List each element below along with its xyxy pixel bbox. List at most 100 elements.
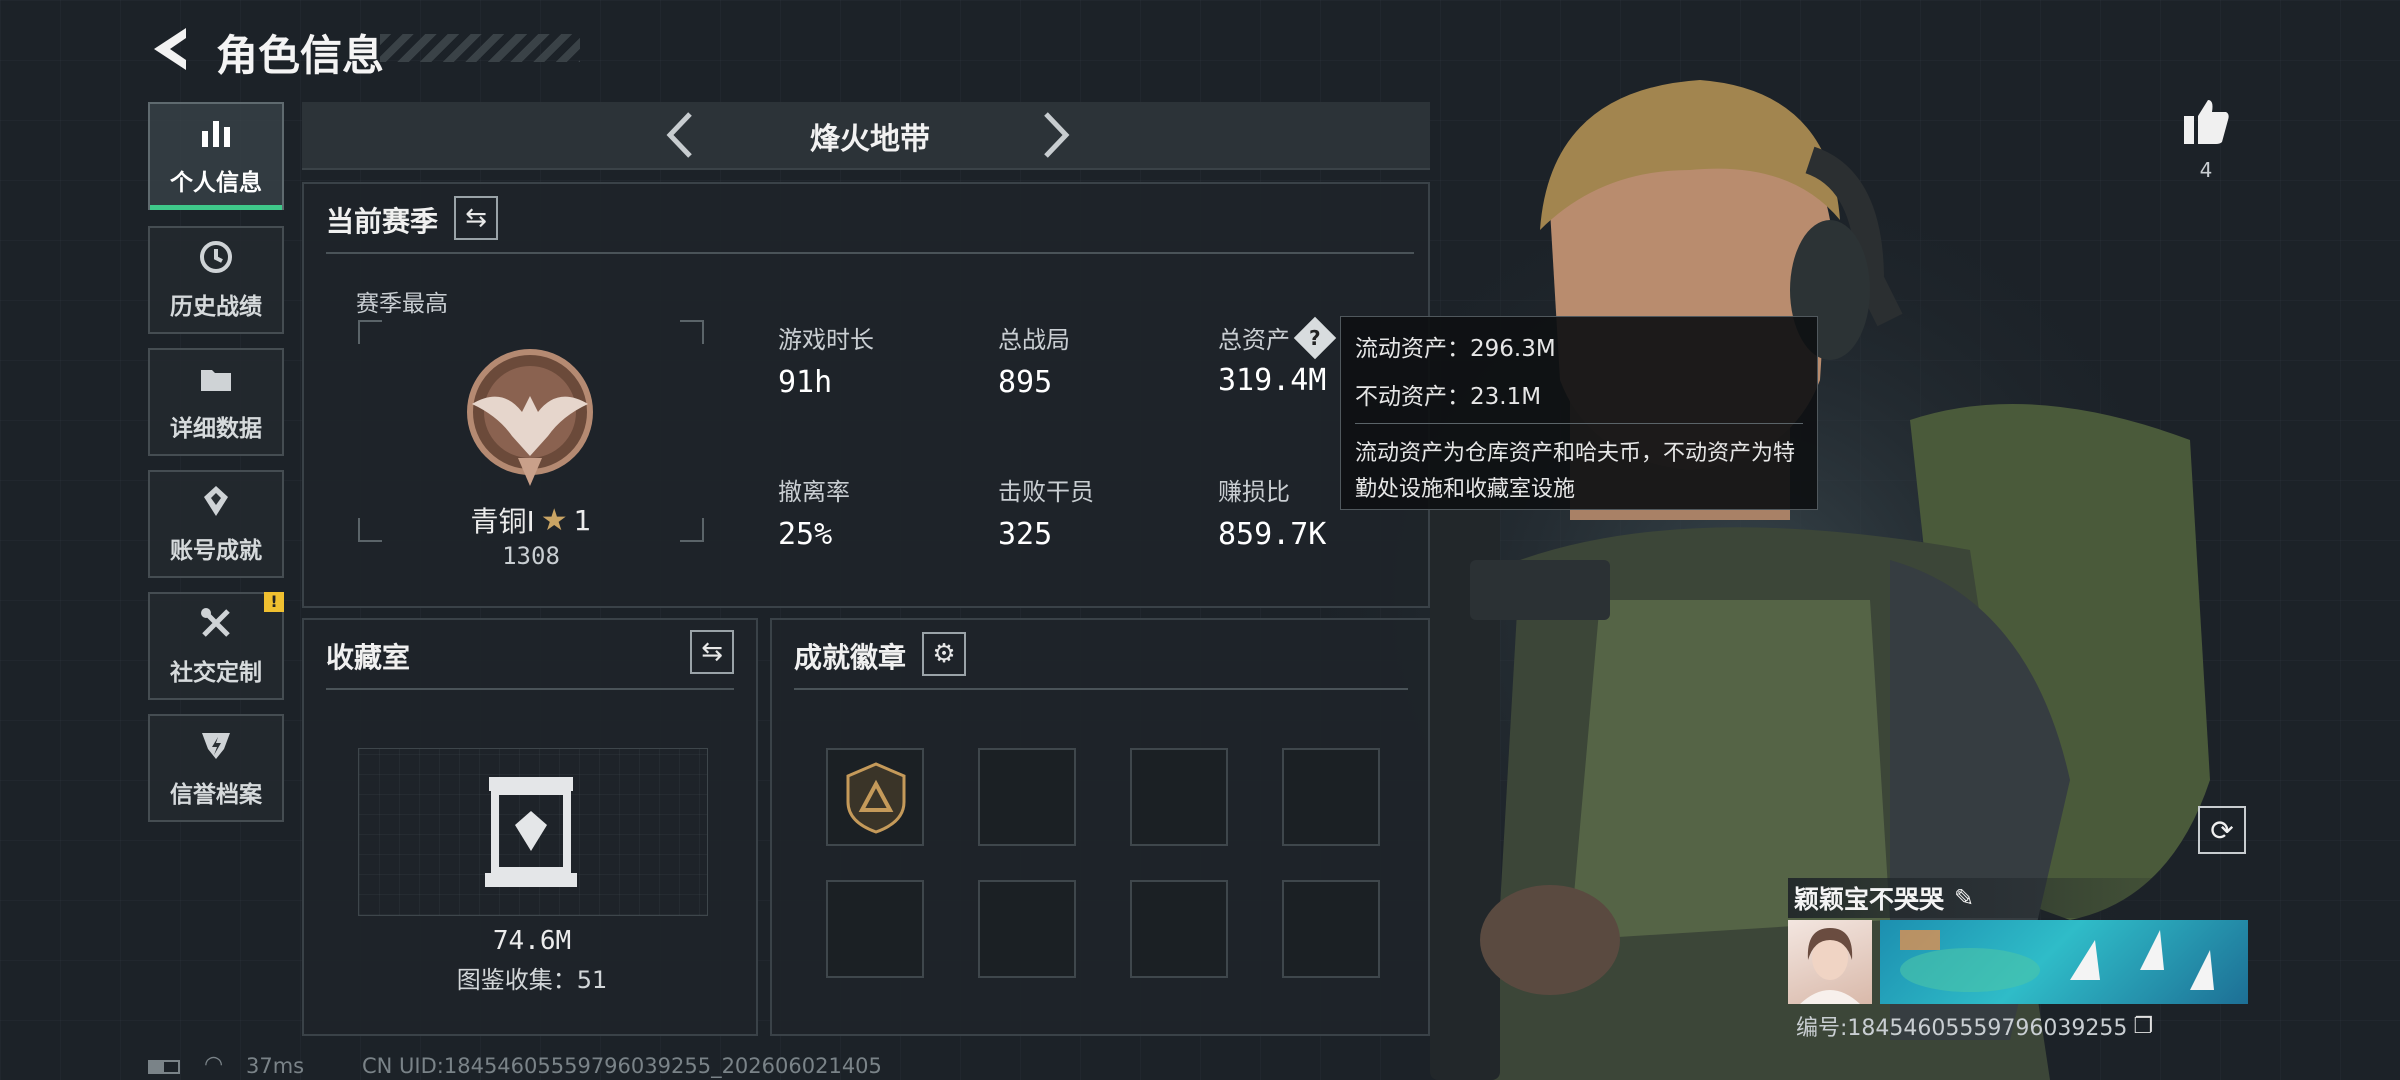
stat-label: 击败干员 <box>998 478 1094 506</box>
sidebar-item-label: 账号成就 <box>170 538 262 564</box>
tooltip-description: 流动资产为仓库资产和哈夫币，不动资产为特勤处设施和收藏室设施 <box>1355 441 1796 502</box>
like-count: 4 <box>2199 158 2213 182</box>
sidebar-item-label: 历史战绩 <box>170 294 262 320</box>
star-icon: ★ <box>540 502 568 538</box>
tooltip-fixed: 不动资产：23.1M <box>1355 384 1542 410</box>
stat-label: 游戏时长 <box>778 326 874 354</box>
folder-icon <box>198 361 234 403</box>
player-name: 颖颖宝不哭哭 <box>1794 885 1945 914</box>
chevron-left-icon <box>666 112 692 158</box>
badge-slot[interactable] <box>978 880 1076 978</box>
collection-count: 图鉴收集：51 <box>456 966 608 994</box>
stat-value: 91h <box>778 365 833 400</box>
badge-slot[interactable] <box>1282 748 1380 846</box>
sidebar-item-label: 详细数据 <box>170 416 262 442</box>
stat-label: 总资产 <box>1218 326 1290 354</box>
sidebar-item-details[interactable]: 详细数据 <box>148 348 284 456</box>
stat-label: 总战局 <box>998 326 1070 354</box>
active-indicator <box>150 205 282 210</box>
badges-title: 成就徽章 <box>794 641 907 674</box>
avatar-portrait-icon <box>1800 928 1860 1004</box>
history-icon <box>198 239 234 281</box>
like-button[interactable] <box>2182 96 2230 148</box>
stat-value: 25% <box>778 517 833 552</box>
player-id-row: 编号:18454605559796039255 ❐ <box>1796 1010 2153 1042</box>
stat-total-assets: 总资产 ? 319.4M <box>1218 316 1337 398</box>
thumbs-up-icon <box>2184 100 2229 144</box>
season-divider <box>326 252 1414 254</box>
back-arrow-icon <box>154 28 186 70</box>
stat-label: 赚损比 <box>1218 478 1290 506</box>
title-stripes <box>380 34 580 62</box>
stat-value: 319.4M <box>1218 363 1327 398</box>
badge-slot[interactable] <box>826 748 924 846</box>
stat-extract-rate: 撤离率 25% <box>778 472 850 552</box>
stat-matches: 总战局 895 <box>998 320 1070 400</box>
sidebar-item-achievements[interactable]: 账号成就 <box>148 470 284 578</box>
collection-divider <box>326 688 734 690</box>
player-banner[interactable] <box>1880 920 2248 1004</box>
page-title: 角色信息 <box>216 31 385 80</box>
stat-profit-ratio: 赚损比 859.7K <box>1218 472 1326 552</box>
mode-next-button[interactable] <box>1032 110 1076 160</box>
badge-slot[interactable] <box>1282 880 1380 978</box>
collection-switch-button[interactable]: ⇆ <box>690 630 734 674</box>
sidebar-item-history[interactable]: 历史战绩 <box>148 226 284 334</box>
badge-emblem-icon <box>846 762 906 834</box>
bar-chart-icon <box>198 115 234 157</box>
player-name-row: 颖颖宝不哭哭 ✎ <box>1788 878 2248 918</box>
sidebar-item-label: 信誉档案 <box>170 782 262 808</box>
rank-points: 1308 <box>502 542 560 570</box>
notification-badge: ! <box>264 592 284 612</box>
shield-icon <box>198 727 234 769</box>
rank-stars: 1 <box>573 503 592 537</box>
badge-slot[interactable] <box>1130 880 1228 978</box>
rotate-character-button[interactable]: ⟳ <box>2198 806 2246 854</box>
help-icon[interactable]: ? <box>1293 316 1337 359</box>
wifi-icon: ◠ <box>204 1052 224 1077</box>
swap-icon: ⇆ <box>465 203 487 233</box>
rank-name: 青铜Ⅰ <box>470 505 535 538</box>
stat-kills: 击败干员 325 <box>998 472 1094 552</box>
display-case-icon <box>485 777 577 887</box>
stat-value: 859.7K <box>1218 517 1327 552</box>
banner-boats-image <box>1900 930 2214 992</box>
stat-value: 895 <box>998 365 1053 400</box>
mode-prev-button[interactable] <box>660 110 704 160</box>
assets-tooltip: 流动资产：296.3M 不动资产：23.1M 流动资产为仓库资产和哈夫币，不动资… <box>1340 316 1818 510</box>
sidebar-item-profile[interactable]: 个人信息 <box>148 102 284 210</box>
badge-slot[interactable] <box>826 880 924 978</box>
gear-icon: ⚙ <box>932 639 956 669</box>
collection-title: 收藏室 <box>326 641 411 674</box>
player-avatar[interactable] <box>1788 920 1872 1004</box>
sidebar-item-label: 个人信息 <box>170 170 262 196</box>
stat-value: 325 <box>998 517 1053 552</box>
stat-label: 撤离率 <box>778 478 850 506</box>
sidebar-item-social[interactable]: 社交定制 ! <box>148 592 284 700</box>
tooltip-liquid: 流动资产：296.3M <box>1355 336 1556 362</box>
player-id: 编号:18454605559796039255 <box>1796 1016 2128 1041</box>
sidebar-item-reputation[interactable]: 信誉档案 <box>148 714 284 822</box>
collection-display[interactable] <box>358 748 708 916</box>
season-title: 当前赛季 <box>326 205 439 238</box>
rank-name-row: 青铜Ⅰ ★ 1 <box>358 500 704 540</box>
edit-icon[interactable]: ✎ <box>1954 884 1974 912</box>
chevron-right-icon <box>1044 112 1070 158</box>
back-button[interactable] <box>146 22 194 76</box>
badges-settings-button[interactable]: ⚙ <box>922 632 966 676</box>
refresh-icon: ⟳ <box>2210 813 2234 847</box>
collection-value: 74.6M <box>492 926 572 956</box>
sidebar-item-label: 社交定制 <box>170 660 262 686</box>
badges-divider <box>794 688 1408 690</box>
uid-text: CN UID:18454605559796039255_202606021405 <box>362 1054 882 1078</box>
copy-icon[interactable]: ❐ <box>2133 1014 2153 1039</box>
badge-slot[interactable] <box>978 748 1076 846</box>
tools-icon <box>198 605 234 647</box>
bronze-rank-emblem-icon <box>467 349 593 486</box>
achievement-icon <box>198 483 234 525</box>
stat-playtime: 游戏时长 91h <box>778 320 874 400</box>
season-switch-button[interactable]: ⇆ <box>454 196 498 240</box>
swap-icon: ⇆ <box>701 637 723 667</box>
badge-slot[interactable] <box>1130 748 1228 846</box>
ping-value: 37ms <box>246 1054 305 1078</box>
